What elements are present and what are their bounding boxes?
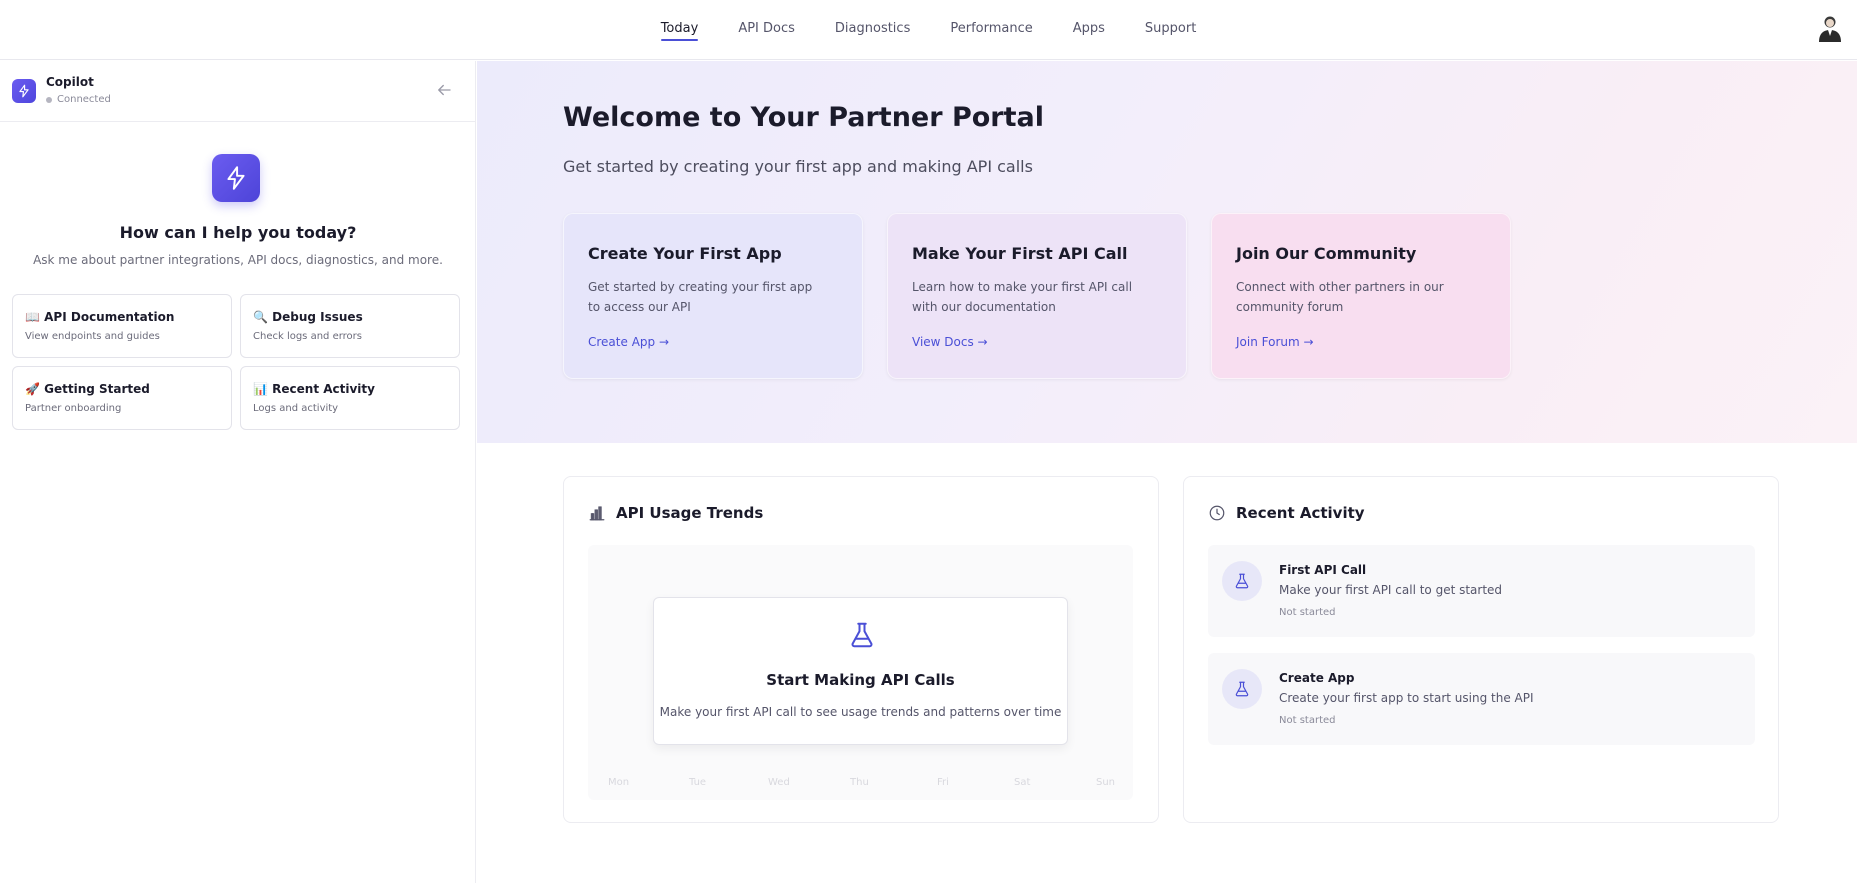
- card-title: Join Our Community: [1236, 244, 1417, 263]
- tab-support[interactable]: Support: [1125, 0, 1216, 60]
- create-app-link[interactable]: Create App →: [588, 335, 669, 349]
- quick-action-desc: Logs and activity: [253, 403, 339, 414]
- empty-state-title: Start Making API Calls: [766, 671, 955, 689]
- quick-action-desc: Partner onboarding: [25, 403, 122, 414]
- quick-action-recent-activity[interactable]: 📊 Recent Activity Logs and activity: [240, 366, 460, 430]
- quick-action-getting-started[interactable]: 🚀 Getting Started Partner onboarding: [12, 366, 232, 430]
- quick-action-title: 🚀 Getting Started: [25, 382, 150, 396]
- book-icon: 📖: [25, 310, 40, 324]
- api-usage-panel: API Usage Trends Mon Tue Wed Thu Fri Sat…: [563, 476, 1159, 823]
- card-desc: Learn how to make your first API call wi…: [912, 280, 1133, 314]
- view-docs-link[interactable]: View Docs →: [912, 335, 988, 349]
- card-title: Make Your First API Call: [912, 244, 1128, 263]
- x-tick-label: Fri: [937, 777, 949, 788]
- quick-action-title: 📊 Recent Activity: [253, 382, 375, 396]
- card-desc: Get started by creating your first app t…: [588, 280, 813, 314]
- panel-title: API Usage Trends: [616, 504, 764, 522]
- x-tick-label: Mon: [608, 777, 630, 788]
- panel-title: Recent Activity: [1236, 504, 1365, 522]
- arrow-left-icon[interactable]: [435, 81, 453, 99]
- activity-item[interactable]: First API Call Make your first API call …: [1208, 545, 1755, 637]
- card-first-api-call: Make Your First API Call Learn how to ma…: [887, 213, 1187, 379]
- x-tick-label: Thu: [850, 777, 869, 788]
- activity-item[interactable]: Create App Create your first app to star…: [1208, 653, 1755, 745]
- x-tick-label: Sun: [1096, 777, 1116, 788]
- x-tick-label: Tue: [689, 777, 707, 788]
- quick-action-desc: Check logs and errors: [253, 331, 362, 342]
- copilot-logo-icon: [12, 79, 36, 103]
- page-title: Welcome to Your Partner Portal: [563, 102, 1044, 133]
- status-dot-icon: [46, 96, 52, 103]
- copilot-title: Copilot: [46, 75, 94, 89]
- bar-chart-icon: 📊: [253, 382, 268, 396]
- flask-icon: [851, 622, 873, 648]
- quick-action-title: 📖 API Documentation: [25, 310, 175, 324]
- join-forum-link[interactable]: Join Forum →: [1236, 335, 1314, 349]
- copilot-header: Copilot Connected: [0, 61, 475, 122]
- card-title: Create Your First App: [588, 244, 782, 263]
- nav-tabs: Today API Docs Diagnostics Performance A…: [0, 0, 1857, 60]
- copilot-sidebar: Copilot Connected How can I help you tod…: [0, 61, 476, 883]
- activity-status: Not started: [1279, 715, 1336, 726]
- bar-chart-icon: [589, 506, 605, 521]
- activity-title: First API Call: [1279, 563, 1367, 577]
- rocket-icon: 🚀: [25, 382, 40, 396]
- help-heading: How can I help you today?: [119, 223, 357, 242]
- quick-action-desc: View endpoints and guides: [25, 331, 160, 342]
- status-text: Connected: [57, 94, 111, 105]
- activity-desc: Make your first API call to get started: [1279, 583, 1503, 597]
- lightning-icon: [212, 154, 260, 202]
- avatar[interactable]: [1817, 14, 1843, 42]
- recent-activity-panel: Recent Activity First API Call Make your…: [1183, 476, 1779, 823]
- quick-action-title: 🔍 Debug Issues: [253, 310, 363, 324]
- quick-action-api-documentation[interactable]: 📖 API Documentation View endpoints and g…: [12, 294, 232, 358]
- tab-api-docs[interactable]: API Docs: [718, 0, 815, 60]
- empty-state-desc: Make your first API call to see usage tr…: [659, 705, 1062, 719]
- card-join-community: Join Our Community Connect with other pa…: [1211, 213, 1511, 379]
- page-subtitle: Get started by creating your first app a…: [563, 157, 1033, 176]
- card-create-app: Create Your First App Get started by cre…: [563, 213, 863, 379]
- x-tick-label: Sat: [1014, 777, 1031, 788]
- clock-icon: [1209, 505, 1225, 521]
- magnifier-icon: 🔍: [253, 310, 268, 324]
- tab-apps[interactable]: Apps: [1053, 0, 1125, 60]
- empty-state-card: Start Making API Calls Make your first A…: [653, 597, 1068, 745]
- top-nav: Today API Docs Diagnostics Performance A…: [0, 0, 1857, 60]
- quick-action-debug-issues[interactable]: 🔍 Debug Issues Check logs and errors: [240, 294, 460, 358]
- tab-performance[interactable]: Performance: [930, 0, 1052, 60]
- card-desc: Connect with other partners in our commu…: [1236, 280, 1444, 314]
- flask-icon: [1222, 669, 1262, 709]
- connection-status: Connected: [46, 94, 111, 105]
- flask-icon: [1222, 561, 1262, 601]
- activity-desc: Create your first app to start using the…: [1279, 691, 1534, 705]
- activity-title: Create App: [1279, 671, 1355, 685]
- tab-diagnostics[interactable]: Diagnostics: [815, 0, 930, 60]
- tab-today[interactable]: Today: [641, 0, 719, 60]
- help-subtitle: Ask me about partner integrations, API d…: [33, 253, 443, 267]
- activity-status: Not started: [1279, 607, 1336, 618]
- x-tick-label: Wed: [768, 777, 790, 788]
